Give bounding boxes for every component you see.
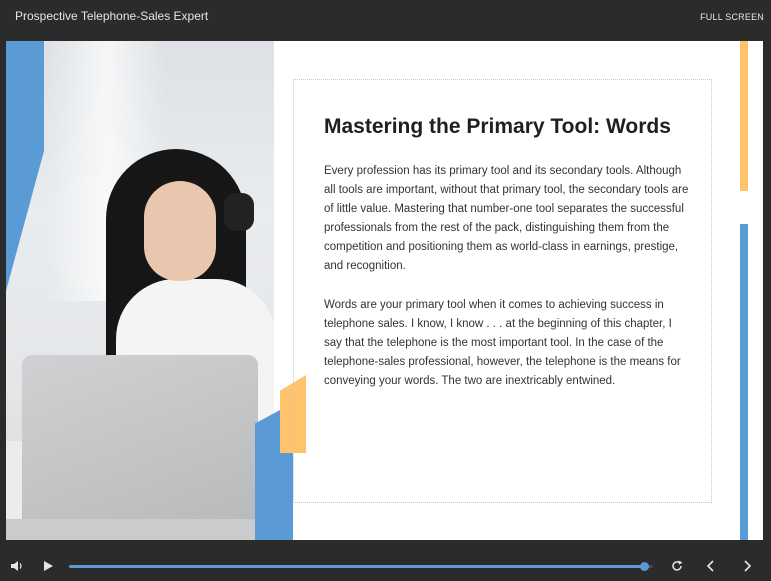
chevron-right-icon[interactable] xyxy=(740,559,754,573)
content-frame xyxy=(293,79,712,503)
blue-accent-top-left xyxy=(6,41,44,151)
full-screen-button[interactable]: FULL SCREEN xyxy=(700,12,764,22)
blue-accent-right xyxy=(740,224,748,540)
progress-fill xyxy=(69,565,645,568)
play-icon[interactable] xyxy=(44,561,53,571)
volume-icon[interactable] xyxy=(10,559,24,573)
laptop-base xyxy=(6,519,274,540)
orange-accent-right xyxy=(740,41,748,191)
slide-heading: Mastering the Primary Tool: Words xyxy=(324,115,671,138)
slide-photo xyxy=(6,41,274,540)
player-controls xyxy=(0,552,771,581)
person-face xyxy=(144,181,216,281)
course-title: Prospective Telephone-Sales Expert xyxy=(15,9,209,23)
progress-track[interactable] xyxy=(69,562,653,571)
paragraph-1: Every profession has its primary tool an… xyxy=(324,165,689,272)
top-bar: Prospective Telephone-Sales Expert FULL … xyxy=(0,0,771,38)
laptop xyxy=(22,355,258,521)
paragraph-2: Words are your primary tool when it come… xyxy=(324,299,681,387)
replay-icon[interactable] xyxy=(670,559,684,573)
slide: Mastering the Primary Tool: Words Every … xyxy=(6,41,763,540)
headset-icon xyxy=(224,193,254,231)
blue-accent-triangle xyxy=(6,151,44,291)
progress-handle[interactable] xyxy=(640,562,650,571)
chevron-left-icon[interactable] xyxy=(704,559,718,573)
